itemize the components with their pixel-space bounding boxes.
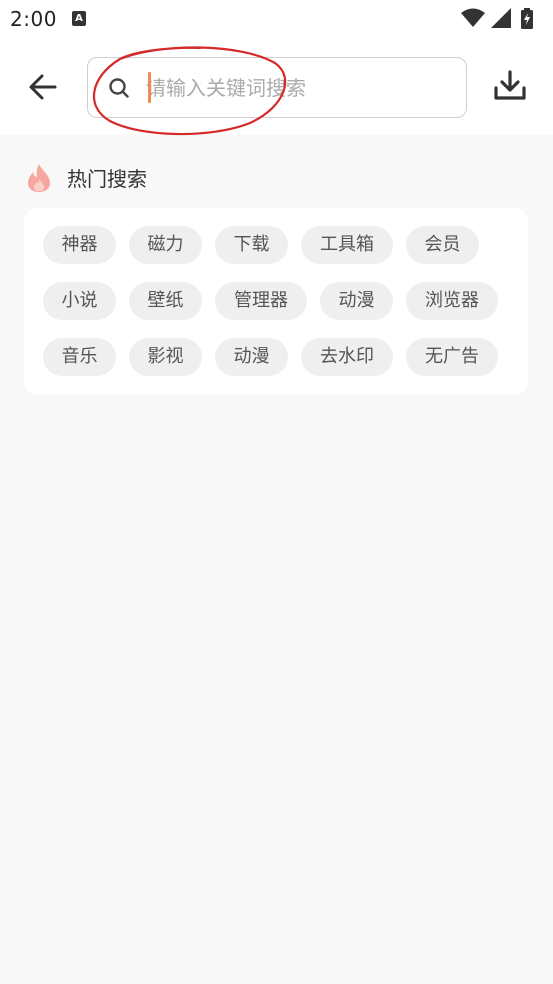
status-bar: 2:00 A — [0, 0, 553, 38]
search-icon — [109, 78, 129, 98]
hot-tag[interactable]: 动漫 — [320, 282, 393, 320]
hot-tag[interactable]: 下载 — [215, 226, 288, 264]
hot-tag[interactable]: 音乐 — [43, 338, 116, 376]
hot-tag[interactable]: 会员 — [406, 226, 479, 264]
hot-tag[interactable]: 工具箱 — [301, 226, 393, 264]
hot-tag[interactable]: 管理器 — [215, 282, 307, 320]
arrow-left-icon[interactable] — [25, 69, 61, 105]
hot-tag[interactable]: 影视 — [129, 338, 202, 376]
hot-search-tags: 神器 磁力 下载 工具箱 会员 小说 壁纸 管理器 动漫 浏览器 音乐 影视 动… — [24, 208, 528, 395]
search-header — [0, 38, 553, 135]
hot-tag[interactable]: 壁纸 — [129, 282, 202, 320]
download-icon[interactable] — [492, 68, 528, 104]
search-box[interactable] — [87, 57, 467, 118]
wifi-icon — [461, 8, 485, 27]
status-time: 2:00 — [10, 7, 57, 31]
notification-a-icon: A — [72, 11, 86, 26]
hot-tag[interactable]: 无广告 — [406, 338, 498, 376]
hot-tag[interactable]: 磁力 — [129, 226, 202, 264]
search-input[interactable] — [146, 72, 446, 104]
hot-tag[interactable]: 动漫 — [215, 338, 288, 376]
battery-charging-icon — [521, 8, 533, 29]
hot-search-title: 热门搜索 — [67, 167, 147, 191]
hot-tag[interactable]: 神器 — [43, 226, 116, 264]
hot-tag[interactable]: 小说 — [43, 282, 116, 320]
hot-tag[interactable]: 去水印 — [301, 338, 393, 376]
signal-icon — [491, 8, 511, 28]
hot-tag[interactable]: 浏览器 — [406, 282, 498, 320]
text-caret — [148, 72, 151, 103]
fire-icon — [28, 164, 50, 192]
